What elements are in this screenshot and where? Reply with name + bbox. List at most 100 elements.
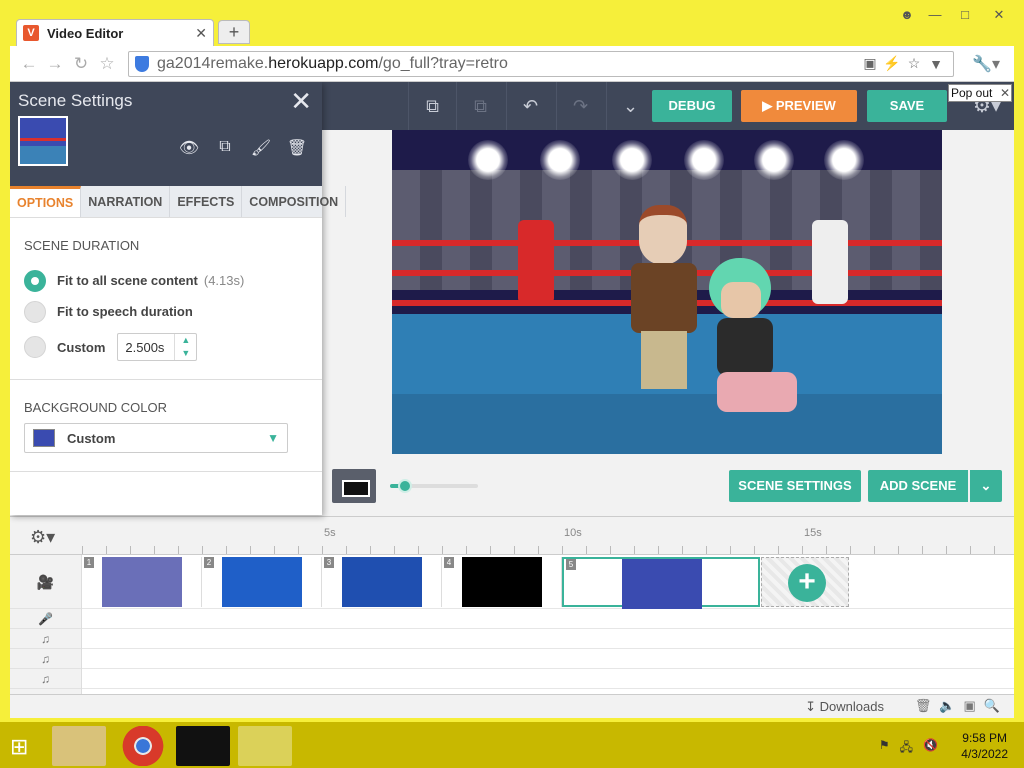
popout-close-icon[interactable]: ✕ <box>999 85 1011 101</box>
undo-icon[interactable]: ↶ <box>506 82 554 130</box>
redo-icon[interactable]: ↷ <box>556 82 604 130</box>
option-fit-content[interactable]: Fit to all scene content (4.13s) <box>24 265 308 296</box>
panel-divider-bottom <box>10 471 322 472</box>
fit-speech-label: Fit to speech duration <box>57 304 193 319</box>
character-professor[interactable] <box>627 205 701 395</box>
video-track-icon: 🎥 <box>10 555 81 609</box>
downloads-link[interactable]: ↧ Downloads <box>805 699 884 715</box>
chrome-icon[interactable] <box>116 726 170 766</box>
reload-icon[interactable]: ↻ <box>68 51 94 77</box>
music-track[interactable] <box>82 649 1014 669</box>
file-explorer-icon[interactable] <box>52 726 106 766</box>
music-track-icon: ♫ <box>10 669 81 689</box>
wrench-icon[interactable]: 🔧▾ <box>966 54 1006 74</box>
radio-custom[interactable] <box>24 336 46 358</box>
radio-fit-speech[interactable] <box>24 300 46 323</box>
bookmark-star-icon[interactable]: ☆ <box>94 51 120 77</box>
duplicate-icon[interactable]: ⧉ <box>212 138 238 158</box>
trash-icon[interactable]: 🗑 <box>915 698 932 714</box>
close-window-button[interactable]: ✕ <box>982 6 1016 24</box>
zoom-slider-knob[interactable] <box>398 479 412 493</box>
terminal-icon[interactable] <box>176 726 230 766</box>
clock[interactable]: 9:58 PM 4/3/2022 <box>961 730 1008 762</box>
music-track[interactable] <box>82 629 1014 649</box>
browser-tab[interactable]: V Video Editor ✕ <box>16 19 214 46</box>
save-button[interactable]: SAVE <box>867 90 947 122</box>
scene-clip-selected[interactable]: 5 <box>562 557 760 609</box>
zoom-slider[interactable] <box>390 479 478 493</box>
color-wheel-app-icon[interactable] <box>238 726 292 766</box>
eye-icon[interactable]: 👁 <box>176 138 202 158</box>
popout-tooltip[interactable]: ✕ Pop out <box>948 84 1012 102</box>
flash-icon[interactable]: ⚡ <box>881 55 903 72</box>
spotlight <box>468 140 508 180</box>
volume-icon[interactable]: 🔇 <box>923 738 938 759</box>
flag-icon[interactable]: ⚑ <box>879 738 890 759</box>
trash-icon[interactable]: 🗑 <box>284 138 310 158</box>
scene-settings-button[interactable]: SCENE SETTINGS <box>729 470 861 502</box>
brush-icon[interactable]: 🖌 <box>248 138 274 158</box>
duration-stepper[interactable]: ▲ ▼ <box>174 334 196 360</box>
custom-duration-value: 2.500s <box>125 339 165 355</box>
plus-icon[interactable]: + <box>788 564 826 602</box>
preview-button[interactable]: ▶ PREVIEW <box>741 90 857 122</box>
tab-close-icon[interactable]: ✕ <box>195 25 207 42</box>
downloads-label: Downloads <box>819 699 884 714</box>
speaker-icon[interactable]: 🔈 <box>939 698 955 714</box>
scene-clip[interactable]: 3 <box>322 557 442 607</box>
add-scene-dropdown[interactable]: ⌄ <box>970 470 1002 502</box>
clock-date: 4/3/2022 <box>961 747 1008 761</box>
chevron-down-icon[interactable]: ⌄ <box>606 82 654 130</box>
background-section: BACKGROUND COLOR Custom ▼ <box>10 400 322 453</box>
copy-icon[interactable]: ⧉ <box>408 82 456 130</box>
popup-blocked-icon[interactable]: ▣ <box>859 55 881 72</box>
scene-clip[interactable]: 2 <box>202 557 322 607</box>
scene-number: 1 <box>84 557 94 568</box>
timeline-gear-icon[interactable]: ⚙▾ <box>30 527 55 548</box>
music-track[interactable] <box>82 669 1014 689</box>
back-icon[interactable]: ← <box>16 51 42 77</box>
scene-thumb <box>102 557 182 607</box>
monitor-icon[interactable]: ▣ <box>964 698 976 714</box>
tab-effects[interactable]: EFFECTS <box>170 186 243 217</box>
debug-button[interactable]: DEBUG <box>652 90 732 122</box>
panel-close-icon[interactable]: ✕ <box>290 86 312 117</box>
scene-stage[interactable] <box>392 130 942 454</box>
maximize-button[interactable]: □ <box>952 6 978 24</box>
panel-header: Scene Settings ✕ 👁 ⧉ 🖌 🗑 <box>10 82 322 186</box>
network-icon[interactable]: 🖧 <box>900 738 913 759</box>
scene-thumb <box>342 557 422 607</box>
tab-composition[interactable]: COMPOSITION <box>242 186 347 217</box>
add-scene-slot[interactable]: + <box>761 557 849 607</box>
aspect-ratio-button[interactable] <box>332 469 376 503</box>
bg-color-select[interactable]: Custom ▼ <box>24 423 288 453</box>
video-editor-app: ⧉ ⧉ ↶ ↷ ⌄ DEBUG ▶ PREVIEW SAVE ⚙▾ ✕ Pop o… <box>10 82 1014 694</box>
scene-clip[interactable]: 1 <box>82 557 202 607</box>
scene-clip[interactable]: 4 <box>442 557 562 607</box>
user-icon[interactable]: ☻ <box>896 6 918 24</box>
forward-icon[interactable]: → <box>42 51 68 77</box>
mic-track-icon: 🎤 <box>10 609 81 629</box>
tab-narration[interactable]: NARRATION <box>81 186 171 217</box>
add-scene-button[interactable]: ADD SCENE <box>868 470 968 502</box>
minimize-button[interactable]: — <box>922 6 948 24</box>
paste-icon[interactable]: ⧉ <box>456 82 504 130</box>
windows-start-icon[interactable]: ⊞ <box>10 734 36 760</box>
scene-number: 2 <box>204 557 214 568</box>
address-bar[interactable]: ga2014remake.herokuapp.com/go_full?tray=… <box>128 50 954 77</box>
timeline-ruler[interactable]: ⚙▾ 5s 10s 15s <box>10 517 1014 555</box>
option-fit-speech[interactable]: Fit to speech duration <box>24 296 308 327</box>
option-custom[interactable]: Custom 2.500s ▲ ▼ <box>24 327 308 367</box>
radio-fit-content[interactable] <box>24 269 46 292</box>
dropdown-icon[interactable]: ▼ <box>925 56 947 72</box>
bg-thumb <box>33 429 55 447</box>
zoom-icon[interactable]: 🔍 <box>984 698 1000 714</box>
narration-track[interactable] <box>82 609 1014 629</box>
system-tray: ⚑ 🖧 🔇 <box>879 738 938 759</box>
video-track: 1 2 3 4 5 + <box>82 555 1014 609</box>
tab-options[interactable]: OPTIONS <box>10 186 82 217</box>
custom-duration-input[interactable]: 2.500s ▲ ▼ <box>117 333 198 361</box>
star-icon[interactable]: ☆ <box>903 55 925 72</box>
character-girl[interactable] <box>697 258 807 418</box>
new-tab-button[interactable]: + <box>218 20 250 44</box>
